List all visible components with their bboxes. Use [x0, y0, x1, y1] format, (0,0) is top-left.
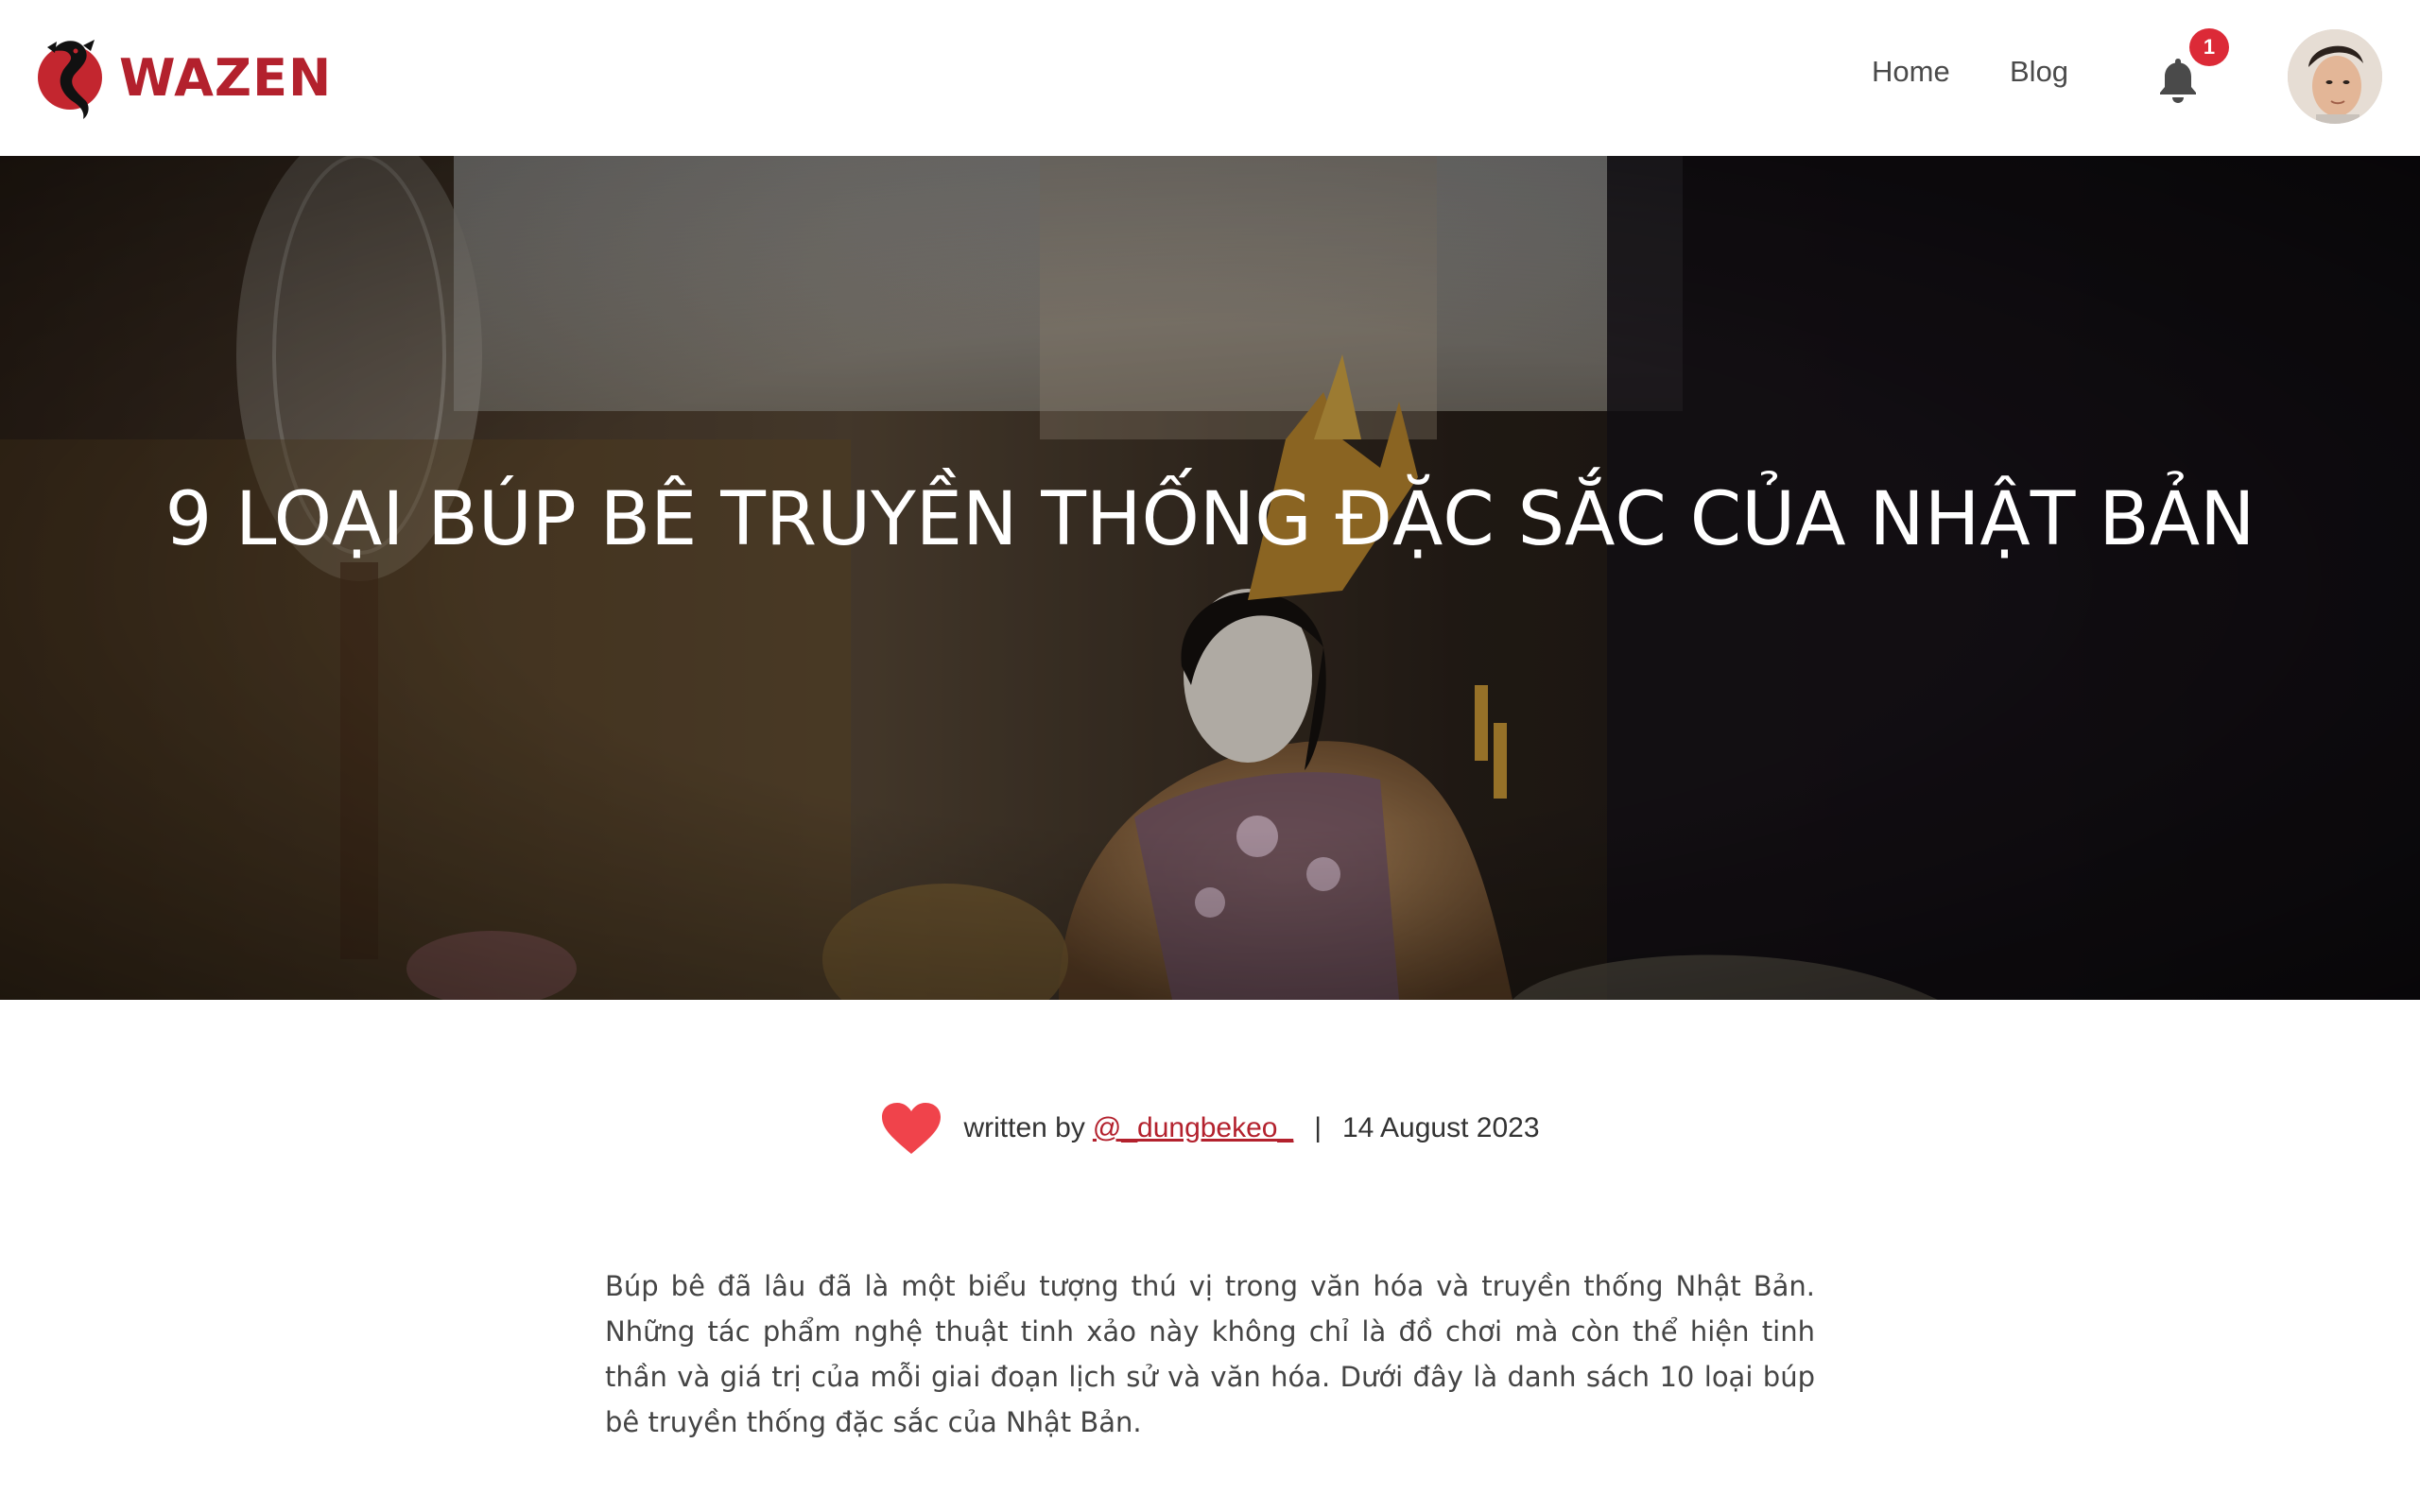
notification-count-badge: 1	[2189, 28, 2229, 66]
article-intro-paragraph: Búp bê đã lâu đã là một biểu tượng thú v…	[605, 1270, 1815, 1438]
site-logo[interactable]: WAZEN	[36, 32, 332, 123]
author-link[interactable]: @_dungbekeo_	[1093, 1112, 1293, 1144]
koi-logo-icon	[38, 40, 102, 119]
written-by-label: written by	[963, 1112, 1085, 1143]
user-avatar[interactable]	[2288, 29, 2382, 124]
site-header: WAZEN Home Blog 1	[0, 0, 2420, 156]
article-meta: written by @_dungbekeo_ | 14 August 2023	[0, 1101, 2420, 1156]
heart-icon[interactable]	[880, 1101, 942, 1156]
article-title: 9 LOẠI BÚP BÊ TRUYỀN THỐNG ĐẶC SẮC CỦA N…	[164, 477, 2256, 562]
avatar-photo	[2288, 29, 2382, 124]
hina-doll-hero-image	[0, 156, 2420, 1000]
nav-blog-link[interactable]: Blog	[2010, 55, 2068, 89]
hero-banner: 9 LOẠI BÚP BÊ TRUYỀN THỐNG ĐẶC SẮC CỦA N…	[0, 156, 2420, 1000]
meta-separator: |	[1314, 1112, 1322, 1143]
publish-date: 14 August 2023	[1341, 1112, 1540, 1143]
nav-home-link[interactable]: Home	[1872, 55, 1950, 89]
notification-bell-icon[interactable]	[2155, 55, 2201, 104]
logo-text: WAZEN	[119, 47, 333, 108]
